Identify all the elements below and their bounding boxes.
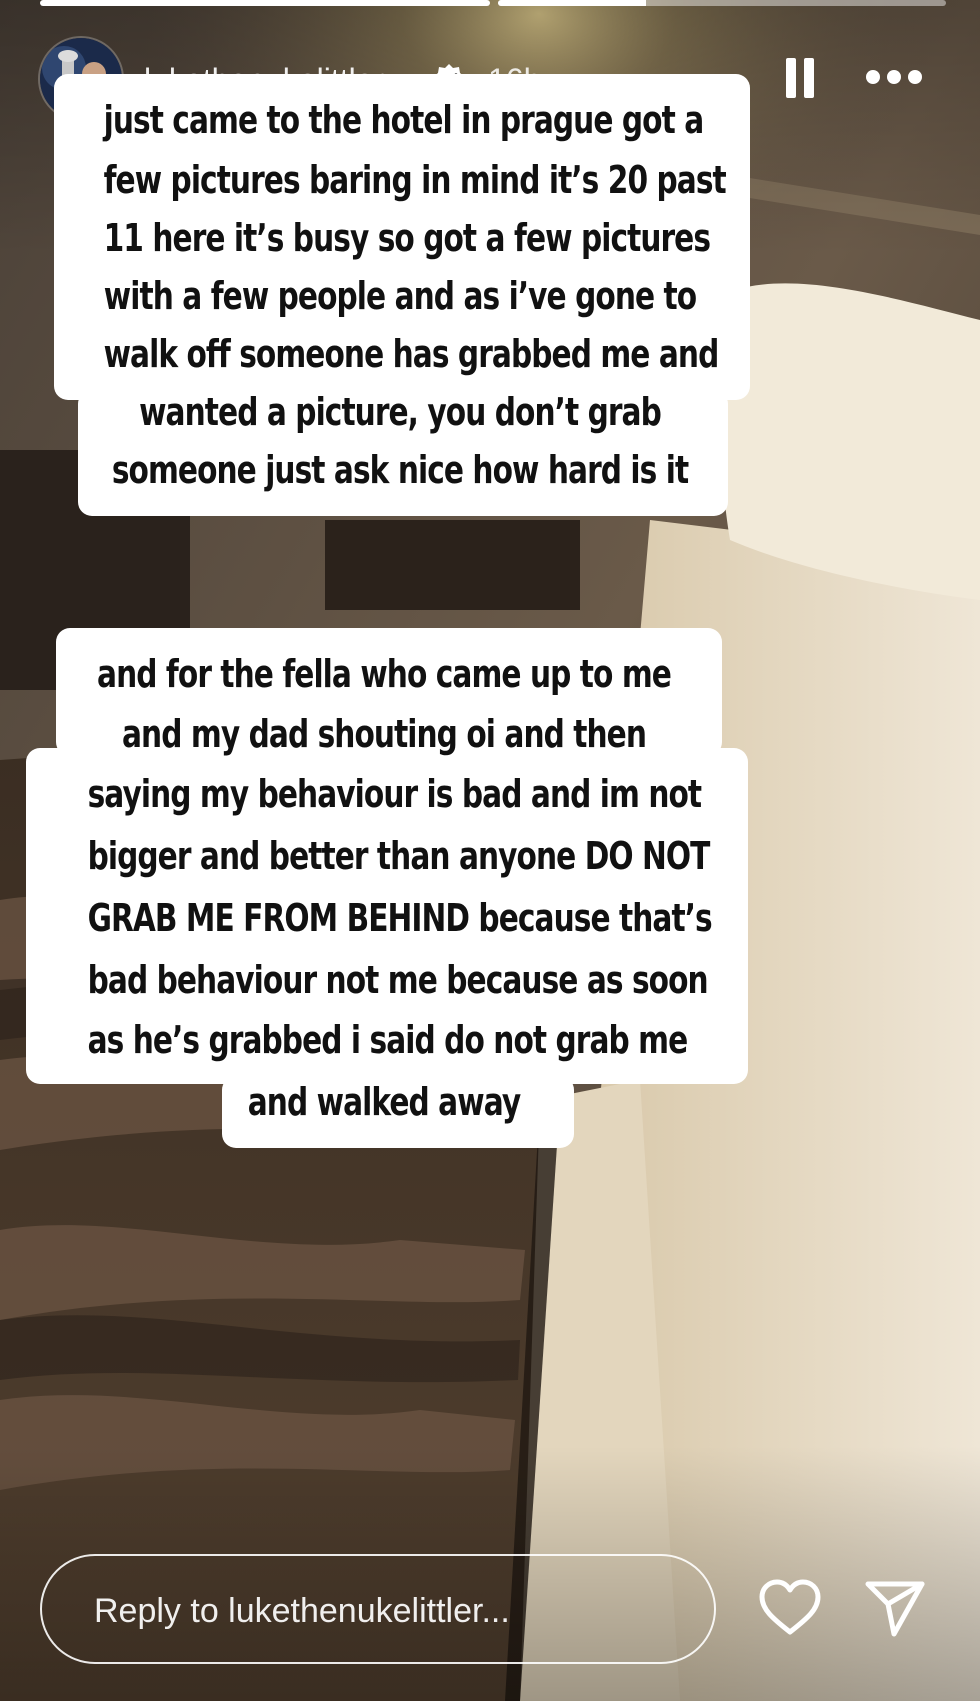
story-progress-fill-2 (498, 0, 646, 6)
caption-line: 11 here it’s busy so got a few pictures (103, 216, 711, 260)
pause-icon[interactable] (786, 58, 816, 98)
caption-line: few pictures baring in mind it’s 20 past (103, 158, 727, 202)
caption-line: someone just ask nice how hard is it (111, 448, 689, 492)
caption-line: just came to the hotel in prague got a (103, 98, 705, 142)
caption-line: GRAB ME FROM BEHIND because that’s (87, 896, 713, 940)
reply-placeholder: Reply to lukethenukelittler... (94, 1592, 510, 1630)
story-progress-segment-1 (40, 0, 490, 6)
heart-icon[interactable] (758, 1578, 822, 1638)
send-icon[interactable] (864, 1578, 926, 1638)
caption-line: wanted a picture, you don’t grab (139, 390, 662, 434)
caption-line: bad behaviour not me because as soon (87, 958, 709, 1002)
caption-line: with a few people and as i’ve gone to (103, 274, 697, 318)
reply-input[interactable]: Reply to lukethenukelittler... (40, 1554, 716, 1664)
more-options-icon[interactable] (866, 68, 924, 88)
caption-line: and my dad shouting oi and then (121, 712, 647, 756)
caption-line: as he’s grabbed i said do not grab me (87, 1018, 689, 1062)
caption-line: and walked away (247, 1080, 521, 1124)
story-progress-segment-2 (498, 0, 946, 6)
caption-line: bigger and better than anyone DO NOT (87, 834, 711, 878)
caption-line: saying my behaviour is bad and im not (87, 772, 702, 816)
story-progress-fill-1 (40, 0, 490, 6)
caption-line: walk off someone has grabbed me and (103, 332, 720, 376)
story-viewer[interactable]: lukethenukelittler 16h just came to the … (0, 0, 980, 1701)
caption-line: and for the fella who came up to me (97, 652, 672, 696)
